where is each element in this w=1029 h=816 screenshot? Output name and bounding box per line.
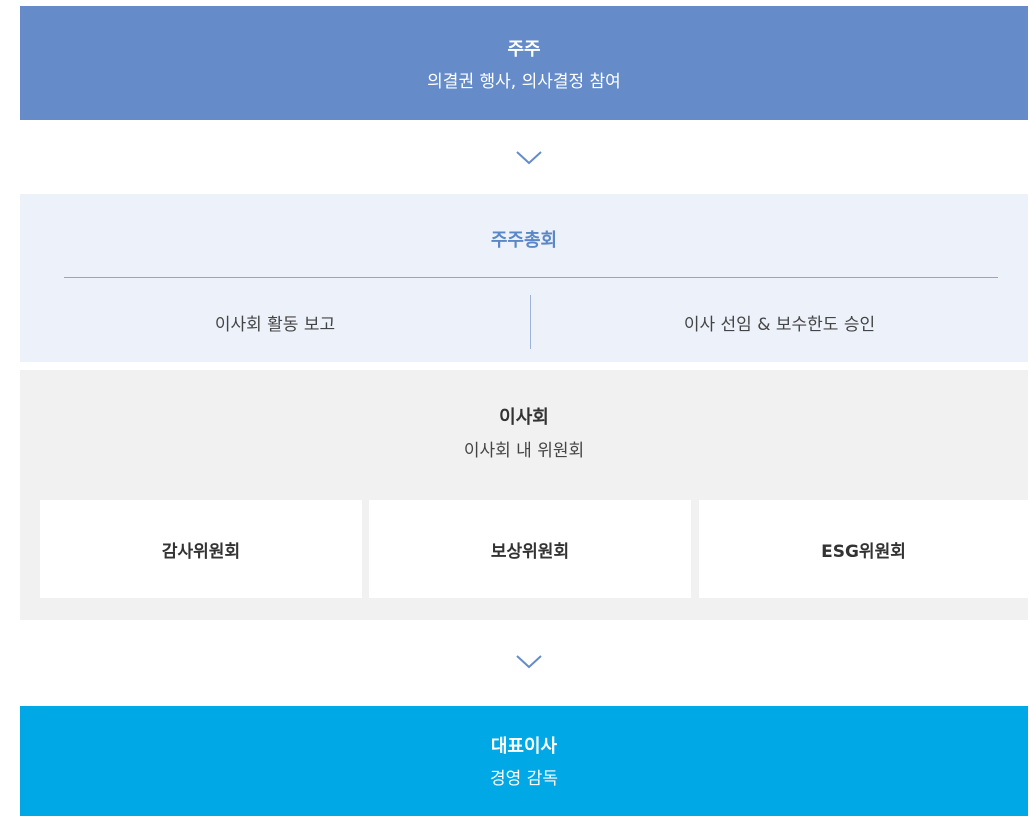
shareholder-title: 주주 (507, 39, 541, 60)
general-meeting-title: 주주총회 (490, 230, 558, 251)
shareholder-subtitle: 의결권 행사, 의사결정 참여 (427, 72, 621, 92)
meeting-item-director-approval: 이사 선임 & 보수한도 승인 (683, 315, 876, 335)
ceo-title: 대표이사 (490, 736, 558, 757)
committee-esg: ESG위원회 (699, 500, 1028, 598)
chevron-down-icon (516, 151, 542, 165)
chevron-down-icon (516, 655, 542, 669)
board-box: 이사회 이사회 내 위원회 감사위원회 보상위원회 ESG위원회 (20, 370, 1028, 620)
ceo-subtitle: 경영 감독 (490, 769, 558, 789)
committee-compensation: 보상위원회 (369, 500, 691, 598)
meeting-divider (64, 277, 998, 278)
general-meeting-box: 주주총회 이사회 활동 보고 이사 선임 & 보수한도 승인 (20, 194, 1028, 362)
board-subtitle: 이사회 내 위원회 (463, 441, 585, 461)
board-title: 이사회 (499, 407, 549, 428)
meeting-item-board-report: 이사회 활동 보고 (214, 315, 336, 335)
ceo-box: 대표이사 경영 감독 (20, 706, 1028, 816)
shareholder-box: 주주 의결권 행사, 의사결정 참여 (20, 6, 1028, 120)
committee-audit: 감사위원회 (40, 500, 362, 598)
